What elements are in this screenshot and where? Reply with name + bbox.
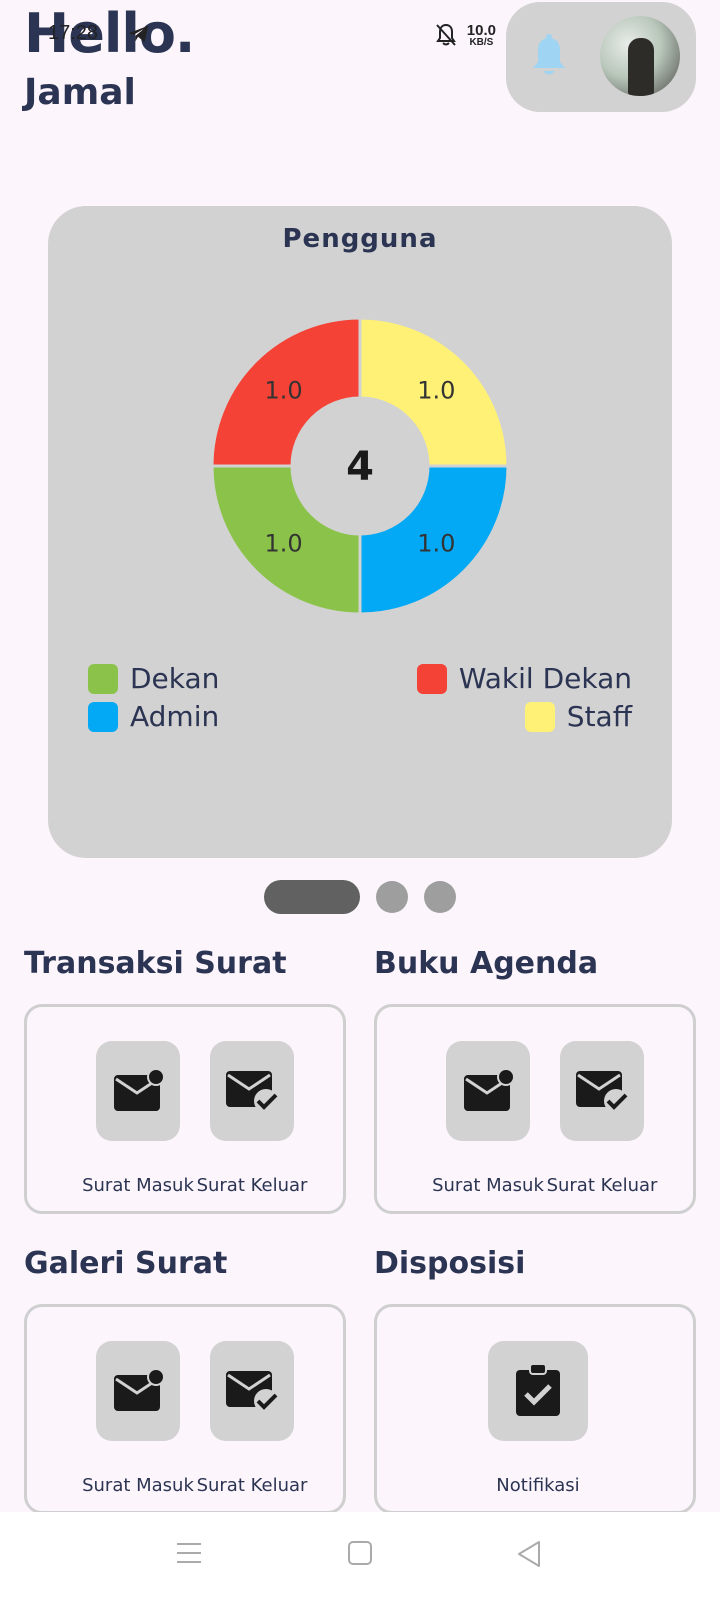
header-actions: [506, 2, 696, 112]
net-speed: 10.0 KB/S: [466, 21, 496, 48]
section-title-disposisi: Disposisi: [374, 1246, 526, 1281]
donut-value-label: 1.0: [265, 377, 303, 405]
pager-dot[interactable]: [376, 881, 408, 913]
tile-surat-keluar[interactable]: Surat Keluar: [527, 1041, 677, 1196]
mail-unread-icon[interactable]: [96, 1041, 180, 1141]
legend-item-staff: Staff: [524, 700, 632, 733]
legend-label: Admin: [130, 700, 220, 733]
legend-swatch: [524, 701, 555, 732]
legend-item-admin: Admin: [88, 700, 219, 733]
mail-sent-check-icon[interactable]: [560, 1041, 644, 1141]
legend-swatch: [416, 663, 447, 694]
tile-surat-keluar[interactable]: Surat Keluar: [177, 1041, 327, 1196]
system-nav-bar: [0, 1512, 720, 1600]
section-title-buku-agenda: Buku Agenda: [374, 946, 599, 981]
telegram-icon: [128, 25, 149, 43]
legend-item-dekan: Dekan: [88, 662, 219, 695]
tile-label: Notifikasi: [496, 1475, 580, 1496]
pager-dot[interactable]: [424, 881, 456, 913]
status-time: 17:28: [48, 22, 99, 44]
user-name: Jamal: [24, 72, 136, 113]
donut-value-label: 1.0: [265, 529, 303, 557]
users-chart-card: Pengguna 1.0 1.0 1.0 1.0 4 Dekan Wakil Dekan…: [48, 206, 672, 858]
donut-center-total: 4: [346, 444, 374, 490]
legend-label: Dekan: [130, 662, 220, 695]
chart-title: Pengguna: [282, 224, 438, 254]
mail-unread-icon[interactable]: [446, 1041, 530, 1141]
tile-label: Surat Keluar: [196, 1175, 308, 1196]
donut-value-label: 1.0: [417, 377, 455, 405]
tile-label: Surat Keluar: [196, 1475, 308, 1496]
mail-sent-check-icon[interactable]: [210, 1041, 294, 1141]
section-buku-agenda: Surat Masuk Surat Keluar: [374, 1004, 696, 1214]
back-icon[interactable]: [516, 1540, 542, 1568]
mail-sent-check-icon[interactable]: [210, 1341, 294, 1441]
user-avatar[interactable]: [600, 16, 680, 96]
section-title-transaksi-surat: Transaksi Surat: [24, 946, 287, 981]
clipboard-check-icon[interactable]: [488, 1341, 588, 1441]
mute-icon: [435, 23, 456, 46]
tile-notifikasi[interactable]: Notifikasi: [463, 1341, 613, 1496]
users-donut-chart: 1.0 1.0 1.0 1.0 4: [210, 316, 510, 616]
tile-surat-keluar[interactable]: Surat Keluar: [177, 1341, 327, 1496]
section-galeri-surat: Surat Masuk Surat Keluar: [24, 1304, 346, 1514]
section-disposisi: Notifikasi: [374, 1304, 696, 1514]
bell-icon[interactable]: [530, 34, 568, 78]
legend-label: Wakil Dekan: [458, 662, 632, 695]
legend-label: Staff: [566, 700, 632, 733]
section-transaksi-surat: Surat Masuk Surat Keluar: [24, 1004, 346, 1214]
menu-icon[interactable]: [176, 1540, 202, 1566]
mail-unread-icon[interactable]: [96, 1341, 180, 1441]
donut-value-label: 1.0: [417, 529, 455, 557]
tile-label: Surat Keluar: [546, 1175, 658, 1196]
legend-item-wakil-dekan: Wakil Dekan: [416, 662, 632, 695]
home-icon[interactable]: [348, 1540, 372, 1566]
legend-swatch: [88, 701, 118, 732]
section-title-galeri-surat: Galeri Surat: [24, 1246, 228, 1281]
carousel-pager: [0, 880, 720, 914]
pager-dot-active[interactable]: [264, 880, 360, 914]
legend-swatch: [88, 663, 118, 694]
